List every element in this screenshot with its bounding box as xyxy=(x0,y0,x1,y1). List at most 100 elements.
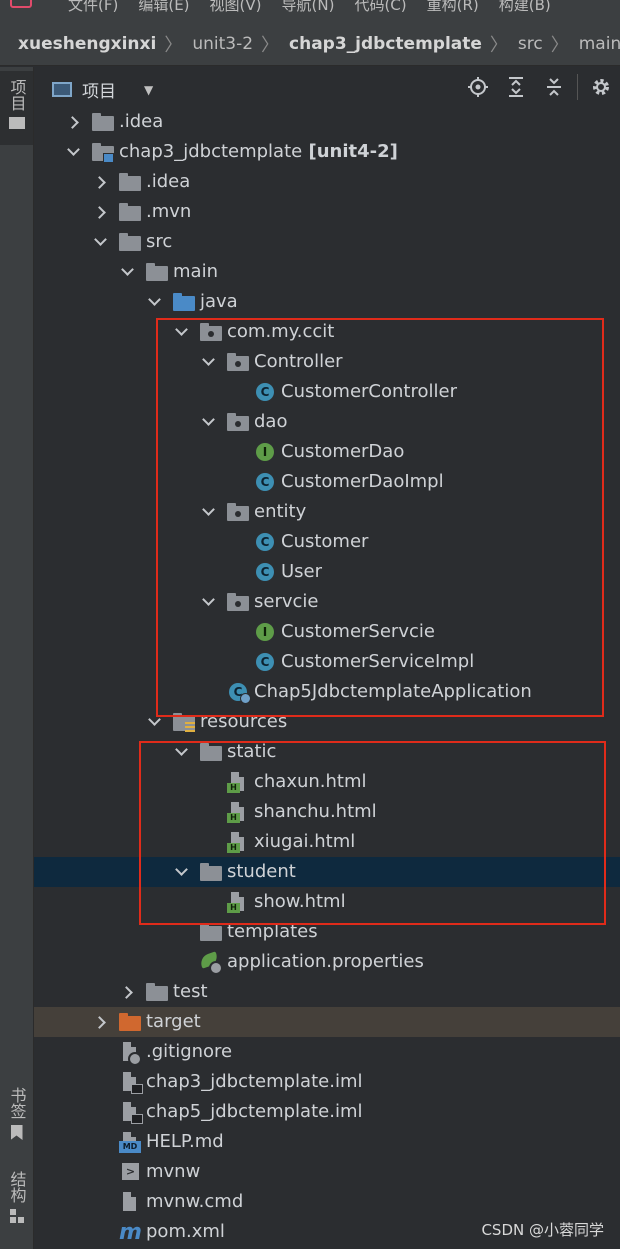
interface-icon: I xyxy=(254,442,276,462)
class-icon: C xyxy=(254,382,276,402)
tree-row[interactable]: C CustomerServiceImpl xyxy=(34,647,620,677)
tree-item-label: student xyxy=(227,861,296,882)
tree-row[interactable]: C Chap5JdbctemplateApplication xyxy=(34,677,620,707)
chevron-down-icon[interactable] xyxy=(174,324,190,340)
tree-row[interactable]: templates xyxy=(34,917,620,947)
tab-project[interactable]: 项目 xyxy=(0,71,33,145)
tree-row[interactable]: com.my.ccit xyxy=(34,317,620,347)
tree-row[interactable]: chap3_jdbctemplate.iml xyxy=(34,1067,620,1097)
chevron-down-icon[interactable] xyxy=(201,504,217,520)
tree-row[interactable]: application.properties xyxy=(34,947,620,977)
tree-row[interactable]: mvnw.cmd xyxy=(34,1187,620,1217)
breadcrumb-unit[interactable]: unit3-2 xyxy=(188,34,257,54)
tree-item-name: entity xyxy=(254,501,307,522)
expand-all-icon[interactable] xyxy=(497,73,535,101)
tab-bookmarks[interactable]: 书签 xyxy=(0,1087,33,1140)
tree-row[interactable]: .mvn xyxy=(34,197,620,227)
chevron-down-icon[interactable] xyxy=(147,714,163,730)
tree-row[interactable]: .idea xyxy=(34,167,620,197)
tab-structure-label: 结构 xyxy=(7,1171,27,1203)
tree-row[interactable]: Controller xyxy=(34,347,620,377)
folder-icon xyxy=(119,172,141,192)
folder-icon-part xyxy=(200,923,222,941)
breadcrumb-src[interactable]: src xyxy=(514,34,547,54)
tree-row[interactable]: chap5_jdbctemplate.iml xyxy=(34,1097,620,1127)
tree-row[interactable]: I CustomerDao xyxy=(34,437,620,467)
tree-item-name: User xyxy=(281,561,323,582)
tree-row[interactable]: src xyxy=(34,227,620,257)
tree-row[interactable]: entity xyxy=(34,497,620,527)
folder-icon xyxy=(200,862,222,882)
package-icon-part xyxy=(235,361,241,367)
tree-item-name: chap3_jdbctemplate.iml xyxy=(146,1071,363,1092)
tree-row[interactable]: test xyxy=(34,977,620,1007)
breadcrumb-module[interactable]: chap3_jdbctemplate xyxy=(285,34,486,54)
project-tools xyxy=(459,73,620,101)
tree-row[interactable]: Hchaxun.html xyxy=(34,767,620,797)
menu-edit[interactable]: 编辑(E) xyxy=(138,0,189,15)
menu-refactor[interactable]: 重构(R) xyxy=(427,0,479,15)
chevron-down-icon[interactable] xyxy=(201,354,217,370)
folder-icon xyxy=(119,202,141,222)
package-icon-part xyxy=(227,593,249,611)
tree-row[interactable]: C CustomerController xyxy=(34,377,620,407)
breadcrumb-main[interactable]: main xyxy=(575,34,620,54)
tree-row[interactable]: student xyxy=(34,857,620,887)
tree-row[interactable]: I CustomerServcie xyxy=(34,617,620,647)
tree-row[interactable]: chap3_jdbctemplate [unit4-2] xyxy=(34,137,620,167)
chevron-right-icon[interactable] xyxy=(120,984,136,1000)
interface-icon-part: I xyxy=(256,443,274,461)
tree-row[interactable]: C CustomerDaoImpl xyxy=(34,467,620,497)
chevron-down-icon[interactable] xyxy=(93,234,109,250)
chevron-down-icon[interactable] xyxy=(174,744,190,760)
tree-item-name: Controller xyxy=(254,351,343,372)
tree-item-name: com.my.ccit xyxy=(227,321,335,342)
chevron-right-icon[interactable] xyxy=(93,1014,109,1030)
chevron-down-icon[interactable] xyxy=(201,414,217,430)
tree-row[interactable]: dao xyxy=(34,407,620,437)
chevron-right-icon[interactable] xyxy=(93,204,109,220)
menu-navigate[interactable]: 导航(N) xyxy=(282,0,335,15)
collapse-all-icon[interactable] xyxy=(535,73,573,101)
folder-icon xyxy=(146,982,168,1002)
project-view-selector[interactable]: 项目 ▼ xyxy=(52,77,153,102)
chevron-down-icon[interactable] xyxy=(66,144,82,160)
menu-code[interactable]: 代码(C) xyxy=(354,0,406,15)
chevron-down-icon[interactable] xyxy=(147,294,163,310)
tree-row[interactable]: C Customer xyxy=(34,527,620,557)
tree-row[interactable]: > mvnw xyxy=(34,1157,620,1187)
tree-item-label: com.my.ccit xyxy=(227,321,334,342)
tree-row[interactable]: servcie xyxy=(34,587,620,617)
tree-row[interactable]: .gitignore xyxy=(34,1037,620,1067)
folder-icon-part xyxy=(119,233,141,251)
settings-icon[interactable] xyxy=(582,73,620,101)
tree-item-name: mvnw.cmd xyxy=(146,1191,244,1212)
tree-row[interactable]: MD HELP.md xyxy=(34,1127,620,1157)
chevron-right-icon[interactable] xyxy=(93,174,109,190)
tree-row[interactable]: Hshanchu.html xyxy=(34,797,620,827)
project-panel-title: 项目 xyxy=(82,82,116,102)
chevron-right-icon[interactable] xyxy=(66,114,82,130)
menu-file[interactable]: 文件(F) xyxy=(68,0,118,15)
tree-row[interactable]: Hxiugai.html xyxy=(34,827,620,857)
tree-row[interactable]: static xyxy=(34,737,620,767)
tree-row[interactable]: java xyxy=(34,287,620,317)
tree-item-name: student xyxy=(227,861,296,882)
tree-row[interactable]: main xyxy=(34,257,620,287)
chevron-down-icon[interactable] xyxy=(201,594,217,610)
menu-build[interactable]: 构建(B) xyxy=(499,0,551,15)
menu-view[interactable]: 视图(V) xyxy=(210,0,262,15)
tree-row[interactable]: C User xyxy=(34,557,620,587)
package-icon xyxy=(200,322,222,342)
breadcrumb-project[interactable]: xueshengxinxi xyxy=(14,34,160,54)
locate-icon[interactable] xyxy=(459,73,497,101)
tree-row[interactable]: resources xyxy=(34,707,620,737)
chevron-down-icon[interactable] xyxy=(174,864,190,880)
chevron-down-icon[interactable] xyxy=(120,264,136,280)
tree-row[interactable]: target xyxy=(34,1007,620,1037)
tab-structure[interactable]: 结构 xyxy=(0,1171,33,1223)
tree-row[interactable]: .idea xyxy=(34,107,620,137)
tree-item-name: .gitignore xyxy=(146,1041,233,1062)
tree-item-label: entity xyxy=(254,501,306,522)
tree-row[interactable]: Hshow.html xyxy=(34,887,620,917)
